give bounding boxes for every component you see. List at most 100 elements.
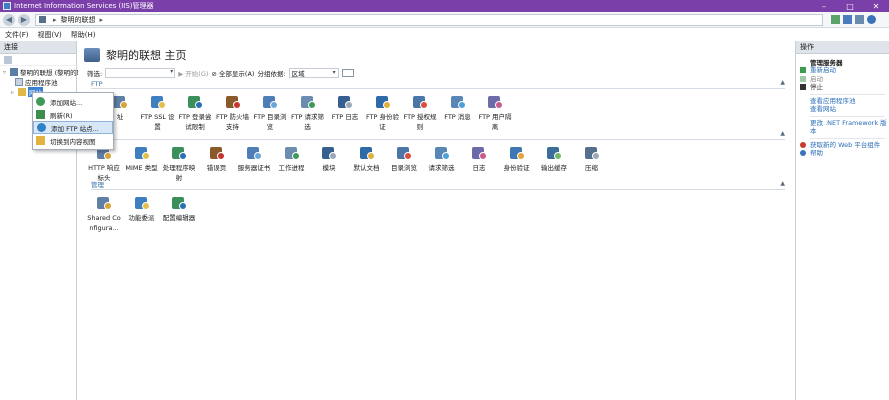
action-start[interactable]: 启动 (796, 75, 889, 84)
ftp-feature-3[interactable]: FTP 防火墙支持 (215, 94, 251, 132)
breadcrumb-server[interactable]: 黎明的联想 (61, 15, 96, 25)
ftp-feature-9[interactable]: FTP 消息 (440, 94, 476, 122)
app-pool-icon (15, 78, 23, 86)
ftp-feature-icon (262, 94, 278, 110)
ftp-feature-icon (300, 94, 316, 110)
group-by-label: 分组依据: (257, 70, 286, 78)
iis-feature-7[interactable]: 默认文档 (349, 145, 385, 173)
ctx-switch-content-view[interactable]: 切换到内容视图 (33, 134, 113, 147)
tree-expand-icon[interactable]: ▿ (3, 69, 10, 76)
actions-divider (810, 115, 885, 117)
ftp-feature-icon (225, 94, 241, 110)
iis-feature-3[interactable]: 错误页 (199, 145, 235, 173)
tree-node-server[interactable]: ▿ 黎明的联想 (黎明的联 (3, 67, 83, 77)
iis-feature-label: 错误页 (206, 164, 227, 172)
ftp-feature-6[interactable]: FTP 日志 (327, 94, 363, 122)
sites-context-menu: 添加网站... 刷新(R) 添加 FTP 站点... 切换到内容视图 (32, 92, 114, 150)
tree-node-app-pools[interactable]: 应用程序池 (15, 77, 58, 87)
page-title: 黎明的联想 主页 (106, 49, 187, 62)
iis-feature-icon (396, 145, 412, 161)
tree-expand-icon[interactable]: ▹ (11, 89, 18, 96)
forward-button[interactable]: ▶ (18, 13, 30, 26)
ftp-feature-8[interactable]: FTP 授权规则 (402, 94, 438, 132)
iis-app-icon (3, 2, 11, 10)
action-stop[interactable]: 停止 (796, 83, 889, 92)
start-filter-button[interactable]: ▶ 开始(G) (178, 68, 208, 78)
help-icon[interactable] (867, 15, 876, 24)
ftp-feature-4[interactable]: FTP 目录浏览 (252, 94, 288, 132)
mgmt-feature-icon (134, 195, 150, 211)
iis-feature-11[interactable]: 身份验证 (499, 145, 535, 173)
iis-feature-icon (284, 145, 300, 161)
server-home-icon (84, 48, 100, 62)
menu-view[interactable]: 视图(V) (38, 30, 62, 40)
new-connection-icon[interactable] (4, 55, 12, 64)
mgmt-feature-0[interactable]: Shared Configura... (86, 195, 122, 233)
mgmt-feature-1[interactable]: 功能委派 (124, 195, 160, 223)
menu-help[interactable]: 帮助(H) (71, 30, 96, 40)
iis-feature-2[interactable]: 处理程序映射 (161, 145, 197, 183)
collapse-icon[interactable]: ▲ (780, 130, 785, 137)
ctx-add-website[interactable]: 添加网站... (33, 95, 113, 108)
ftp-feature-label: FTP SSL 设置 (140, 113, 175, 131)
ftp-feature-7[interactable]: FTP 身份验证 (365, 94, 401, 132)
iis-feature-icon (321, 145, 337, 161)
ftp-feature-1[interactable]: FTP SSL 设置 (140, 94, 176, 132)
home-icon[interactable] (855, 15, 864, 24)
group-by-select[interactable]: 区域 (288, 68, 339, 78)
window-titlebar: Internet Information Services (IIS)管理器 –… (0, 0, 889, 12)
iis-feature-icon (209, 145, 225, 161)
breadcrumb[interactable]: ▸ 黎明的联想 ▸ (35, 13, 823, 26)
maximize-button[interactable]: □ (837, 0, 863, 12)
iis-feature-icon (546, 145, 562, 161)
iis-feature-4[interactable]: 服务器证书 (236, 145, 272, 173)
ctx-add-ftp-site[interactable]: 添加 FTP 站点... (33, 121, 113, 134)
action-restart[interactable]: 重新启动 (796, 66, 889, 75)
view-mode-icon[interactable] (341, 69, 354, 77)
stop-icon[interactable] (843, 15, 852, 24)
iis-feature-1[interactable]: MIME 类型 (124, 145, 160, 173)
collapse-icon[interactable]: ▲ (780, 79, 785, 86)
ftp-feature-icon (112, 94, 128, 110)
action-change-framework[interactable]: 更改 .NET Framework 版本 (796, 119, 889, 136)
iis-feature-icon (246, 145, 262, 161)
close-button[interactable]: ✕ (863, 0, 889, 12)
action-view-sites[interactable]: 查看网站 (796, 105, 889, 114)
ftp-feature-label: FTP 日志 (331, 113, 359, 121)
ftp-feature-2[interactable]: FTP 登录尝试限制 (177, 94, 213, 132)
collapse-icon[interactable]: ▲ (780, 180, 785, 187)
minimize-button[interactable]: – (811, 0, 837, 12)
section-management[interactable]: 管理 ▲ (91, 180, 785, 190)
action-get-web-platform[interactable]: 获取新的 Web 平台组件 (796, 141, 889, 150)
iis-feature-0[interactable]: HTTP 响应标头 (86, 145, 122, 183)
iis-feature-9[interactable]: 请求筛选 (424, 145, 460, 173)
iis-feature-8[interactable]: 目录浏览 (386, 145, 422, 173)
mgmt-feature-2[interactable]: 配置编辑器 (161, 195, 197, 223)
iis-feature-13[interactable]: 压缩 (574, 145, 610, 173)
start-icon (800, 75, 806, 82)
content-view-icon (36, 136, 45, 145)
iis-feature-icon (359, 145, 375, 161)
ftp-feature-icon (412, 94, 428, 110)
action-view-app-pools[interactable]: 查看应用程序池 (796, 97, 889, 106)
show-all-button[interactable]: ⊘ 全部显示(A) (211, 68, 254, 78)
iis-feature-12[interactable]: 输出缓存 (536, 145, 572, 173)
action-help[interactable]: 帮助 (796, 149, 889, 158)
ftp-feature-10[interactable]: FTP 用户隔离 (477, 94, 513, 132)
actions-divider (810, 93, 885, 95)
ctx-refresh[interactable]: 刷新(R) (33, 108, 113, 121)
iis-feature-5[interactable]: 工作进程 (274, 145, 310, 173)
refresh-icon[interactable] (831, 15, 840, 24)
iis-feature-10[interactable]: 日志 (461, 145, 497, 173)
section-iis[interactable]: ▲ (91, 130, 785, 140)
mgmt-feature-icon (171, 195, 187, 211)
iis-feature-icon (509, 145, 525, 161)
menu-file[interactable]: 文件(F) (5, 30, 29, 40)
filter-input[interactable] (105, 68, 176, 78)
ftp-feature-5[interactable]: FTP 请求筛选 (290, 94, 326, 132)
iis-feature-6[interactable]: 模块 (311, 145, 347, 173)
back-button[interactable]: ◀ (3, 13, 15, 26)
section-ftp[interactable]: FTP ▲ (91, 79, 785, 89)
ftp-feature-label: FTP 登录尝试限制 (178, 113, 212, 131)
iis-feature-label: 日志 (472, 164, 486, 172)
